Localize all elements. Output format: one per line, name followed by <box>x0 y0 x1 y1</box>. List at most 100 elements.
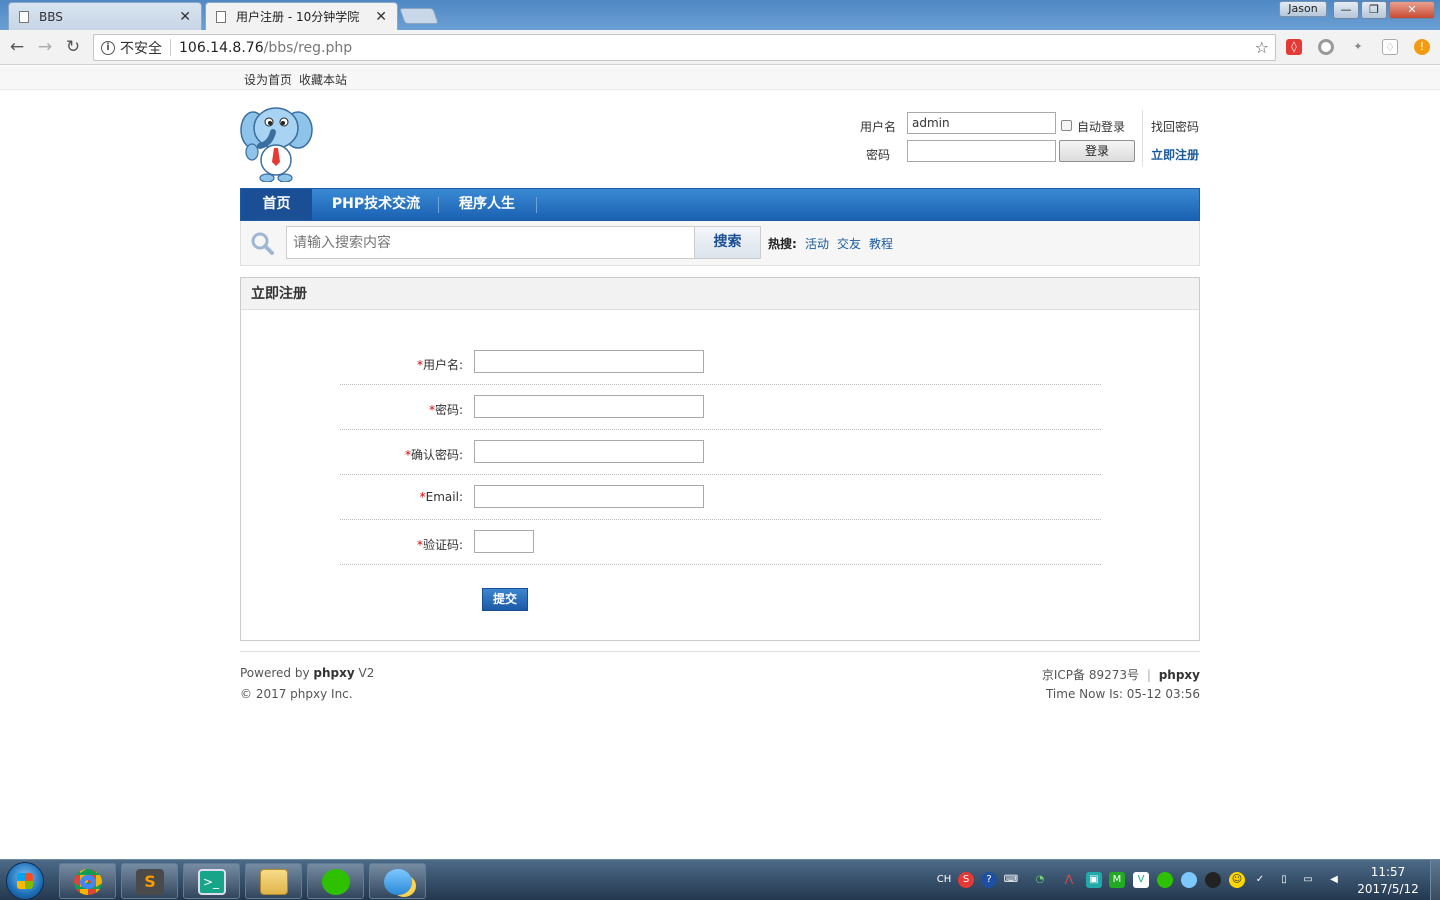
wifi-icon[interactable]: ◔ <box>1032 872 1048 888</box>
nav-divider <box>536 197 537 213</box>
tab-register[interactable]: 用户注册 - 10分钟学院 ✕ <box>205 2 398 30</box>
address-bar[interactable]: i 不安全 106.14.8.76 /bbs/reg.php ☆ <box>93 34 1276 61</box>
monitor-icon[interactable]: M <box>1109 872 1125 888</box>
extension-bird-icon[interactable]: ✦ <box>1350 39 1366 55</box>
field-label-text: 验证码: <box>422 538 463 552</box>
forward-icon[interactable]: → <box>34 36 56 58</box>
register-now-link[interactable]: 立即注册 <box>1151 146 1199 163</box>
icp-number[interactable]: 京ICP备 89273号 <box>1042 668 1139 682</box>
taskbar-messenger[interactable] <box>369 863 426 899</box>
show-desktop-button[interactable] <box>1430 860 1440 900</box>
login-username-input[interactable] <box>907 112 1056 134</box>
taskbar: S >_ CH S ? ⌨ ◔ ⋀ ▣ M V ☺ ✓ ▯ ▭ ◀ 11:57 … <box>0 859 1440 900</box>
confirm-password-field[interactable] <box>474 440 704 463</box>
powered-version: V2 <box>358 666 375 680</box>
clock-date: 2017/5/12 <box>1357 882 1419 896</box>
wechat-tray-icon[interactable] <box>1157 872 1173 888</box>
divider <box>1142 110 1143 166</box>
tab-bbs[interactable]: BBS ✕ <box>8 2 202 30</box>
nav-item-life[interactable]: 程序人生 <box>447 189 527 220</box>
taskbar-terminal[interactable]: >_ <box>183 863 240 899</box>
login-password-input[interactable] <box>907 140 1056 162</box>
taskbar-sublime[interactable]: S <box>121 863 178 899</box>
hot-link-tutorial[interactable]: 教程 <box>869 235 893 252</box>
set-homepage-link[interactable]: 设为首页 <box>244 71 292 88</box>
username-label: 用户名 <box>860 120 897 134</box>
close-window-button[interactable]: ✕ <box>1389 1 1435 19</box>
email-field[interactable] <box>474 485 704 508</box>
qq-tray-icon[interactable] <box>1205 872 1221 888</box>
sublime-text-icon: S <box>136 869 164 895</box>
field-label-text: Email: <box>425 490 463 504</box>
clock[interactable]: 11:57 2017/5/12 <box>1352 864 1424 898</box>
field-label-text: 密码: <box>434 403 463 417</box>
shield-tray-icon[interactable]: ✓ <box>1252 872 1268 888</box>
field-label-text: 确认密码: <box>410 448 463 462</box>
powered-brand[interactable]: phpxy <box>313 666 354 680</box>
password-field-label: *密码: <box>339 401 463 418</box>
tab-label: BBS <box>39 9 63 24</box>
hot-link-friends[interactable]: 交友 <box>837 235 861 252</box>
smiley-tray-icon[interactable]: ☺ <box>1229 872 1245 888</box>
info-icon[interactable]: i <box>101 40 115 55</box>
bookmark-site-link[interactable]: 收藏本站 <box>299 71 347 88</box>
captcha-field[interactable] <box>474 530 534 553</box>
document-icon <box>216 10 226 23</box>
maximize-button[interactable]: ❐ <box>1361 1 1387 19</box>
username-field[interactable] <box>474 350 704 373</box>
minimize-button[interactable]: — <box>1333 1 1359 19</box>
terminal-icon: >_ <box>198 869 226 895</box>
ime-indicator[interactable]: CH <box>934 872 954 888</box>
elephant-logo[interactable] <box>240 100 314 182</box>
bookmark-star-icon[interactable]: ☆ <box>1255 38 1269 57</box>
extension-red-icon[interactable]: ◊ <box>1286 39 1302 55</box>
hot-link-activity[interactable]: 活动 <box>805 235 829 252</box>
email-field-label: *Email: <box>339 490 463 504</box>
search-button[interactable]: 搜索 <box>694 226 761 259</box>
keyboard-icon[interactable]: ⌨ <box>1003 872 1019 888</box>
update-alert-icon[interactable]: ! <box>1414 39 1430 55</box>
confirm-password-field-label: *确认密码: <box>339 446 463 463</box>
close-icon[interactable]: ✕ <box>375 9 387 25</box>
chart-tray-icon[interactable]: ⋀ <box>1061 872 1077 888</box>
vm-icon[interactable]: ▣ <box>1086 872 1102 888</box>
taskbar-chrome[interactable] <box>59 863 116 899</box>
close-icon[interactable]: ✕ <box>179 9 191 25</box>
taskbar-wechat[interactable] <box>307 863 364 899</box>
search-icon <box>251 232 274 255</box>
nav-item-php[interactable]: PHP技术交流 <box>321 189 431 220</box>
cloud-tray-icon[interactable] <box>1181 872 1197 888</box>
submit-button[interactable]: 提交 <box>482 588 528 611</box>
folder-icon <box>260 869 288 895</box>
search-input[interactable] <box>286 226 695 259</box>
windows-logo-icon <box>17 873 33 889</box>
footer-brand[interactable]: phpxy <box>1159 668 1200 682</box>
username-field-label: *用户名: <box>339 356 463 373</box>
back-icon[interactable]: ← <box>6 36 28 58</box>
network-tray-icon[interactable]: ▭ <box>1300 872 1316 888</box>
row-divider <box>340 474 1101 475</box>
profile-badge[interactable]: Jason <box>1279 1 1327 17</box>
field-label-text: 用户名: <box>422 358 463 372</box>
v-tray-icon[interactable]: V <box>1133 872 1149 888</box>
password-field[interactable] <box>474 395 704 418</box>
find-password-link[interactable]: 找回密码 <box>1151 118 1199 135</box>
device-tray-icon[interactable]: ▯ <box>1276 872 1292 888</box>
login-button[interactable]: 登录 <box>1059 140 1135 162</box>
volume-icon[interactable]: ◀ <box>1326 872 1342 888</box>
chat-bubble-icon <box>384 869 412 895</box>
nav-item-home[interactable]: 首页 <box>241 189 312 220</box>
extension-shield-icon[interactable]: ♢ <box>1382 39 1398 55</box>
help-icon[interactable]: ? <box>981 872 997 888</box>
auto-login-checkbox[interactable] <box>1061 120 1072 131</box>
sogou-icon[interactable]: S <box>958 872 974 888</box>
clock-time: 11:57 <box>1370 865 1406 879</box>
extension-circle-icon[interactable] <box>1318 39 1334 55</box>
new-tab-button[interactable] <box>399 8 439 24</box>
reload-icon[interactable]: ↻ <box>62 36 84 58</box>
start-button[interactable] <box>6 862 44 900</box>
row-divider <box>340 429 1101 430</box>
hot-search-label: 热搜: <box>768 237 797 251</box>
auto-login-label[interactable]: 自动登录 <box>1077 118 1125 135</box>
taskbar-explorer[interactable] <box>245 863 302 899</box>
